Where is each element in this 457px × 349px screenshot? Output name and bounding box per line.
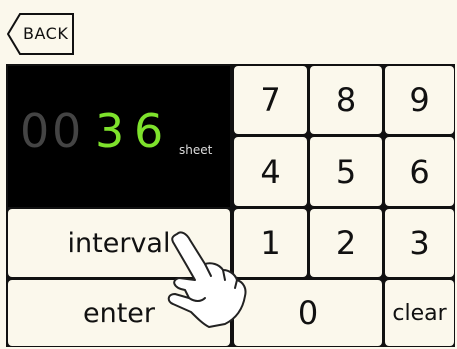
pointing-hand-icon — [167, 231, 247, 328]
key-9[interactable]: 9 — [385, 66, 454, 134]
key-0[interactable]: 0 — [234, 280, 382, 346]
key-2[interactable]: 2 — [310, 209, 382, 277]
display-value-digit: 6 — [134, 104, 164, 158]
display-value-digit: 3 — [95, 104, 125, 158]
display-leading-digit: 0 — [52, 104, 82, 158]
display-unit-label: sheet — [179, 143, 213, 157]
key-8[interactable]: 8 — [310, 66, 382, 134]
clear-button[interactable]: clear — [385, 280, 454, 346]
back-button[interactable]: BACK — [7, 13, 75, 55]
key-5[interactable]: 5 — [310, 137, 382, 206]
key-3[interactable]: 3 — [385, 209, 454, 277]
display-leading-digit: 0 — [20, 104, 50, 158]
key-6[interactable]: 6 — [385, 137, 454, 206]
key-4[interactable]: 4 — [234, 137, 307, 206]
key-7[interactable]: 7 — [234, 66, 307, 134]
back-label: BACK — [23, 24, 69, 43]
